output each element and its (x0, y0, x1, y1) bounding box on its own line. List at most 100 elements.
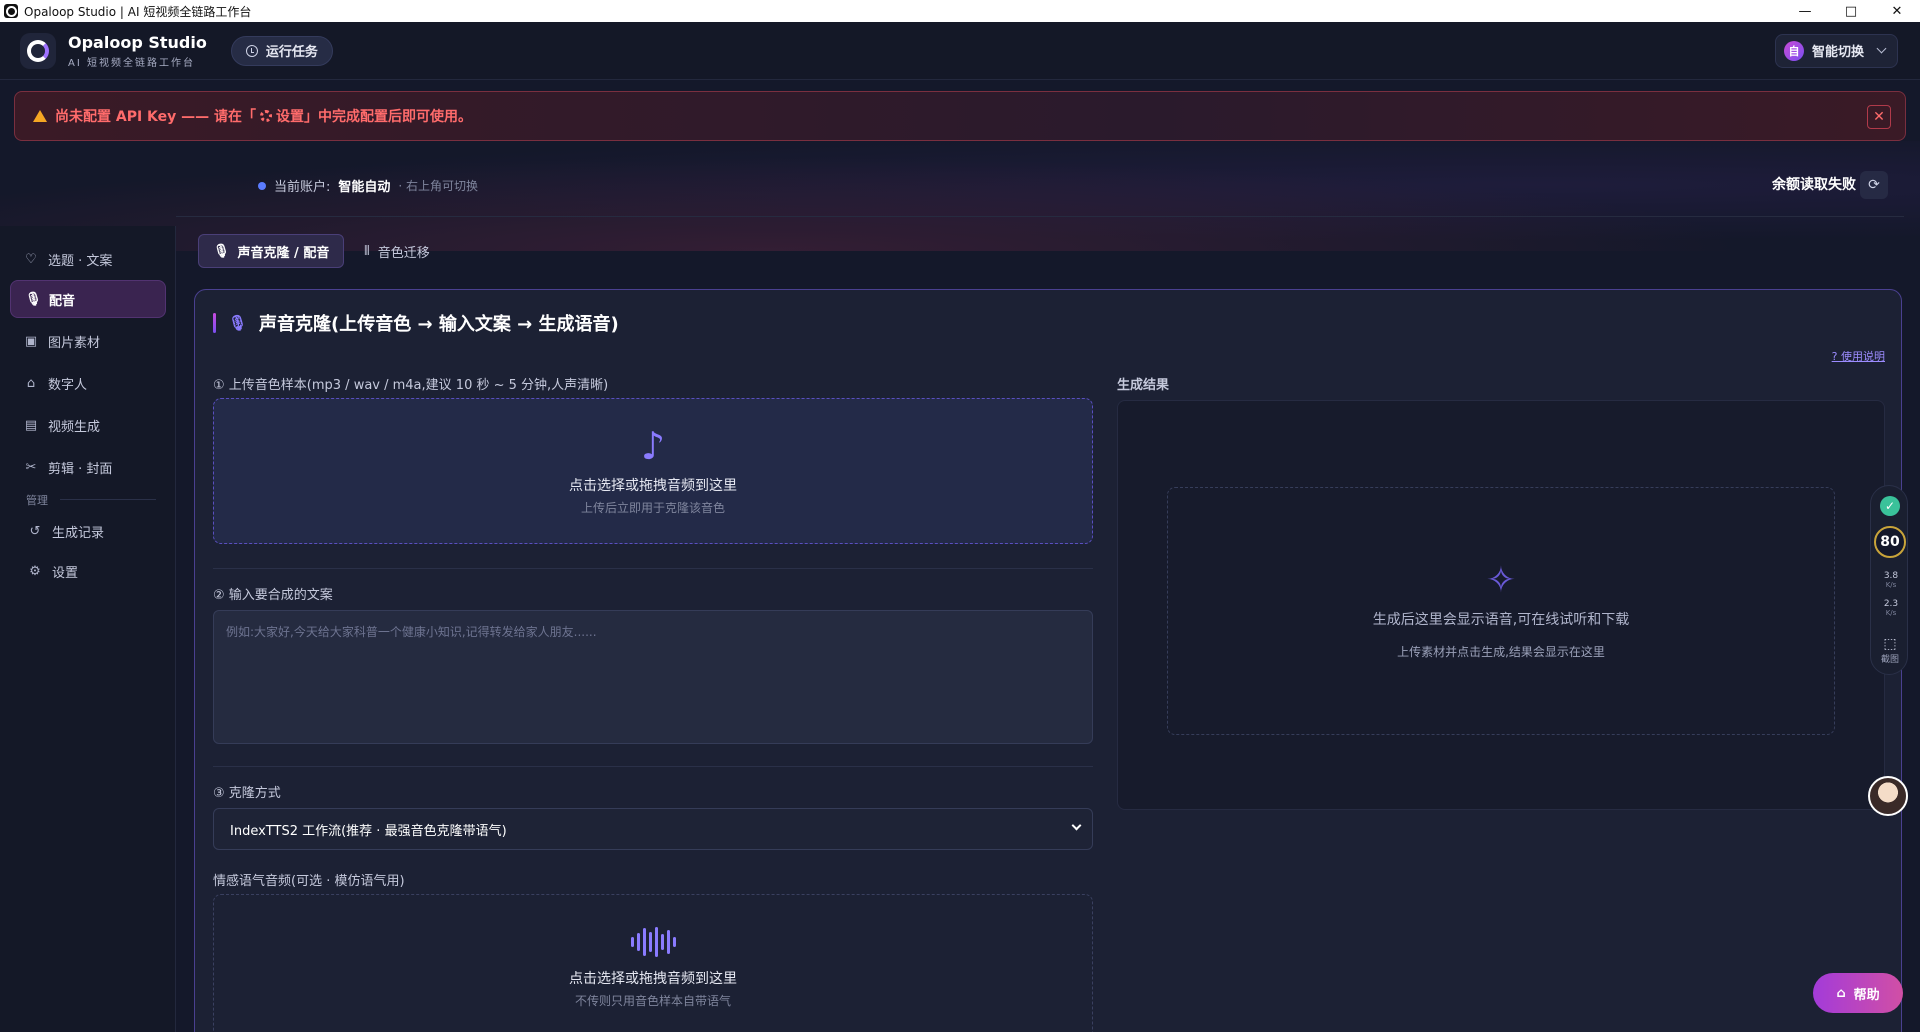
help-button[interactable]: ⌂ 帮助 (1813, 973, 1903, 1013)
scissors-icon: ✂ (25, 459, 37, 475)
assistant-avatar[interactable] (1868, 776, 1908, 816)
sparkle-icon: ✧ (1485, 559, 1517, 601)
check-icon[interactable]: ✓ (1880, 496, 1900, 516)
brand-name: Opaloop Studio (68, 32, 207, 52)
sidebar-item-label: 图片素材 (48, 335, 101, 351)
banner-close-button[interactable]: ✕ (1867, 105, 1891, 129)
warning-text-part2: 设置」中完成配置后即可使用。 (276, 109, 473, 125)
brand: Opaloop Studio AI 短视频全链路工作台 (68, 33, 207, 69)
upload-rate-value: 3.8 (1883, 571, 1899, 581)
sidebar-item-editing[interactable]: ✂ 剪辑 · 封面 (10, 448, 166, 486)
tab-voice-clone[interactable]: 🎙 声音克隆 / 配音 (198, 234, 345, 268)
help-label: 帮助 (1853, 987, 1880, 1003)
gear-icon: ⚙ (29, 563, 41, 579)
account-name: 智能自动 (338, 180, 391, 195)
upload-sub-text: 上传后立即用于克隆该音色 (580, 500, 725, 515)
clock-icon (245, 44, 258, 57)
sidebar-item-label: 设置 (52, 565, 79, 581)
sidebar-item-video[interactable]: ▤ 视频生成 (10, 406, 166, 444)
account-avatar: 自 (1783, 40, 1804, 61)
voice-sample-upload[interactable]: ♪ 点击选择或拖拽音频到这里 上传后立即用于克隆该音色 (213, 398, 1093, 544)
mic-icon: 🎙 (213, 243, 230, 259)
sidebar-item-dubbing[interactable]: 🎙 配音 (10, 280, 166, 318)
upload-main-text: 点击选择或拖拽音频到这里 (569, 477, 737, 494)
balance-status: 余额读取失败 (1772, 177, 1856, 193)
sidebar-item-images[interactable]: ▣ 图片素材 (10, 322, 166, 360)
run-tasks-label: 运行任务 (265, 45, 318, 60)
robot-icon: ⌂ (1836, 985, 1846, 1001)
rate-unit: K/s (1885, 581, 1897, 589)
image-icon: ▣ (24, 333, 38, 349)
brand-subtitle: AI 短视频全链路工作台 (68, 57, 195, 69)
result-label: 生成结果 (1117, 378, 1170, 393)
film-icon: ▤ (24, 417, 38, 433)
step3-label: ③ 克隆方式 (213, 786, 281, 801)
system-monitor-widget: ✓ 80 3.8 K/s 2.3 K/s ⬚ 截图 (1870, 485, 1908, 675)
mic-icon: 🎙 (228, 314, 248, 332)
result-main-text: 生成后这里会显示语音,可在线试听和下载 (1372, 611, 1630, 628)
gear-icon (260, 110, 273, 122)
app-icon (4, 4, 18, 18)
close-window-button[interactable]: ✕ (1874, 0, 1920, 22)
account-label: 当前账户: (274, 180, 331, 195)
result-placeholder: ✧ 生成后这里会显示语音,可在线试听和下载 上传素材并点击生成,结果会显示在这里 (1167, 487, 1835, 735)
script-textarea[interactable]: 例如:大家好,今天给大家科普一个健康小知识,记得转发给家人朋友...... (213, 610, 1093, 744)
clone-method-select[interactable]: IndexTTS2 工作流(推荐 · 最强音色克隆带语气) (213, 808, 1093, 850)
tab-voice-transfer[interactable]: ⦀ 音色迁移 (350, 234, 444, 268)
lightbulb-icon: ♡ (25, 251, 37, 267)
divider (213, 766, 1093, 767)
refresh-balance-button[interactable]: ⟳ (1860, 171, 1888, 199)
window-titlebar: Opaloop Studio | AI 短视频全链路工作台 — □ ✕ (0, 0, 1920, 22)
sidebar-item-label: 剪辑 · 封面 (48, 461, 113, 477)
emotion-label: 情感语气音频(可选 · 模仿语气用) (213, 874, 405, 889)
emotion-audio-upload[interactable]: 点击选择或拖拽音频到这里 不传则只用音色样本自带语气 (213, 894, 1093, 1032)
score-badge[interactable]: 80 (1874, 526, 1906, 558)
tab-label: 音色迁移 (377, 245, 430, 261)
upload-main-text: 点击选择或拖拽音频到这里 (569, 970, 737, 987)
upload-rate: 3.8 K/s (1877, 572, 1905, 590)
sidebar-item-label: 数字人 (48, 377, 88, 393)
accent-bar (213, 313, 216, 333)
divider (60, 499, 156, 500)
sidebar-item-label: 生成记录 (52, 525, 105, 541)
voice-clone-card: 🎙 声音克隆(上传音色 → 输入文案 → 生成语音) ? 使用说明 ① 上传音色… (194, 289, 1902, 1032)
minimize-button[interactable]: — (1782, 0, 1828, 22)
card-title: 🎙 声音克隆(上传音色 → 输入文案 → 生成语音) (213, 310, 619, 336)
usage-help-link[interactable]: ? 使用说明 (1832, 348, 1885, 364)
divider (176, 216, 1904, 217)
current-account: 当前账户: 智能自动 · 右上角可切换 (258, 176, 478, 195)
step1-label: ① 上传音色样本(mp3 / wav / m4a,建议 10 秒 ~ 5 分钟,… (213, 378, 609, 393)
mic-icon: 🎙 (25, 291, 42, 307)
tab-label: 声音克隆 / 配音 (237, 245, 330, 261)
history-icon: ↺ (29, 523, 41, 539)
run-tasks-button[interactable]: 运行任务 (230, 35, 333, 66)
api-key-warning-banner: 尚未配置 API Key —— 请在「 设置」中完成配置后即可使用。 ✕ (14, 91, 1906, 141)
result-sub-text: 上传素材并点击生成,结果会显示在这里 (1397, 644, 1605, 659)
screenshot-button[interactable]: ⬚ 截图 (1875, 636, 1905, 665)
screenshot-label: 截图 (1880, 655, 1899, 665)
maximize-button[interactable]: □ (1828, 0, 1874, 22)
account-switch-dropdown[interactable]: 自 智能切换 (1774, 33, 1898, 68)
sidebar-group-label: 管理 (26, 494, 48, 507)
app-logo (20, 32, 56, 69)
sidebar-item-settings[interactable]: ⚙ 设置 (14, 552, 170, 590)
account-hint: · 右上角可切换 (398, 179, 479, 193)
download-rate: 2.3 K/s (1877, 600, 1905, 618)
sidebar-item-history[interactable]: ↺ 生成记录 (14, 512, 170, 550)
download-rate-value: 2.3 (1883, 599, 1899, 609)
sidebar-item-label: 配音 (49, 293, 76, 309)
robot-icon: ⌂ (26, 375, 36, 391)
window-title: Opaloop Studio | AI 短视频全链路工作台 (24, 4, 252, 19)
result-panel: ✧ 生成后这里会显示语音,可在线试听和下载 上传素材并点击生成,结果会显示在这里 (1117, 400, 1885, 810)
sidebar-item-topics[interactable]: ♡ 选题 · 文案 (10, 240, 166, 278)
sidebar-item-label: 选题 · 文案 (48, 253, 113, 269)
screenshot-icon: ⬚ (1883, 636, 1897, 652)
warning-text-part1: 尚未配置 API Key —— 请在「 (55, 109, 257, 125)
account-switch-label: 智能切换 (1811, 45, 1864, 60)
status-dot (258, 181, 266, 190)
step2-label: ② 输入要合成的文案 (213, 588, 333, 603)
sidebar-item-digital-human[interactable]: ⌂ 数字人 (10, 364, 166, 402)
waveform-icon: ⦀ (364, 243, 370, 259)
card-title-text: 声音克隆(上传音色 → 输入文案 → 生成语音) (259, 314, 619, 335)
chevron-down-icon (1876, 43, 1887, 54)
